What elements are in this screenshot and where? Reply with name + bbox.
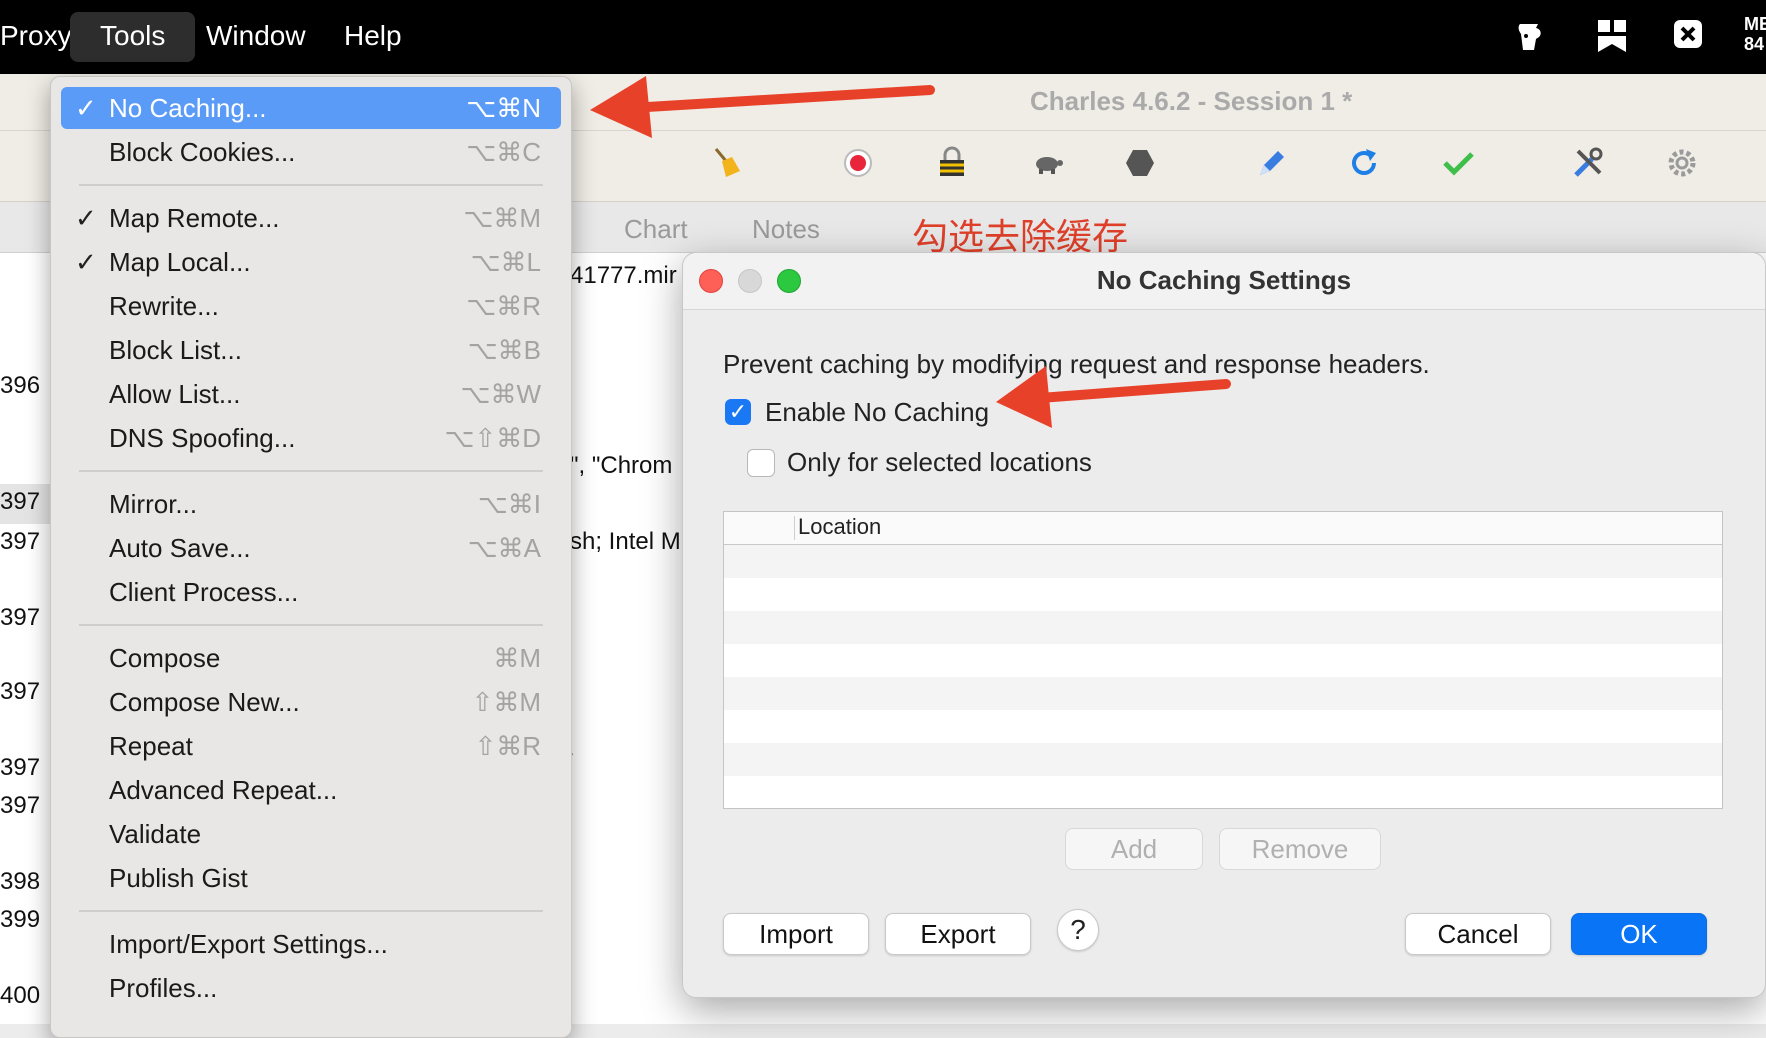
- arrow-to-enable-checkbox: [996, 366, 1231, 428]
- arrow-to-no-caching: [590, 76, 935, 138]
- annotation-arrows: [590, 76, 1231, 428]
